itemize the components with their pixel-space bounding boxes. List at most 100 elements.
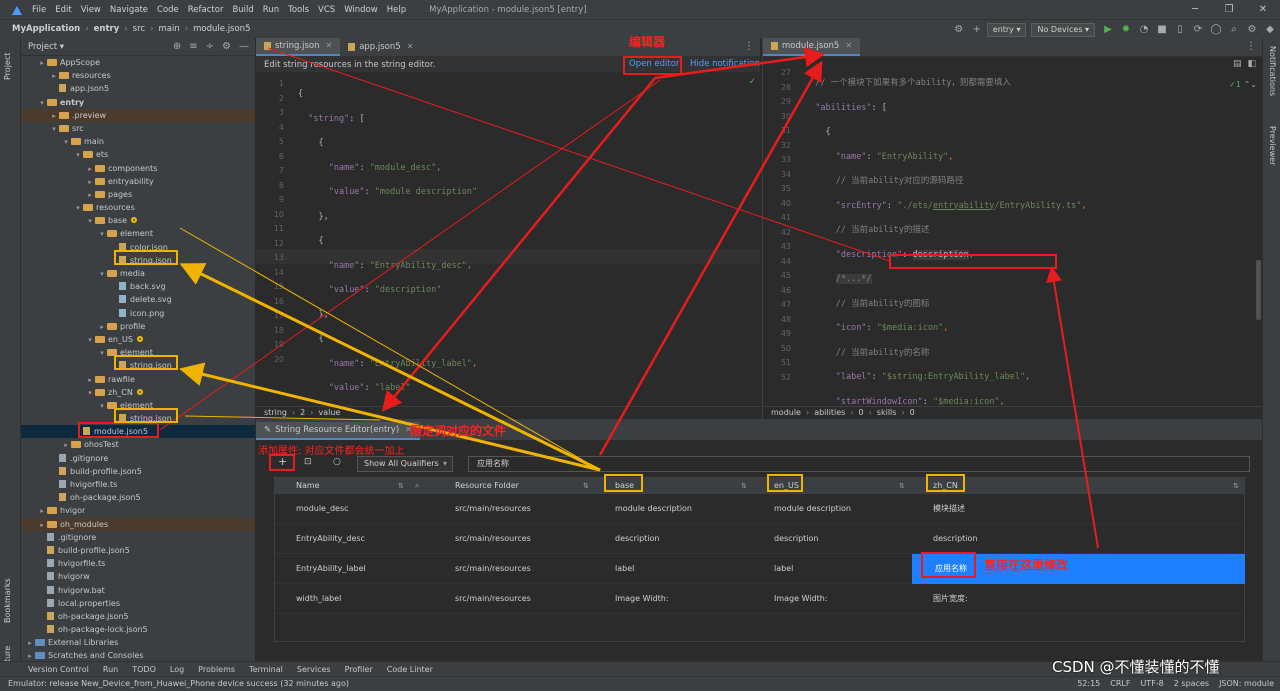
stop-icon[interactable]: ■ [1154,24,1170,35]
code-area-left[interactable]: 1 2 3 4 5 6 7 8 9 10 11 12 13 14 15 16 17 18 19 20 { "strin… [256,75,760,565]
settings-icon[interactable]: ⚙ [1244,24,1260,35]
menu-edit[interactable]: Edit [55,5,71,15]
status-message[interactable]: Emulator: release New_Device_from_Huawei… [8,679,349,688]
status-file-type[interactable]: JSON: module [1219,677,1274,691]
more-tabs-icon[interactable]: ⋮ [744,41,754,52]
close-tab-icon[interactable]: ✕ [407,38,414,56]
table-cell[interactable]: Image Width: [774,584,828,614]
previewer-tool-tab[interactable]: Previewer [1268,126,1277,165]
tree-item[interactable]: ▸ profile [21,320,255,333]
column-name[interactable]: Name [296,478,320,494]
tree-item[interactable]: ▸ resources [21,69,255,82]
table-cell[interactable]: 图片宽度: [933,584,968,614]
module-select[interactable]: entry ▾ [986,22,1027,37]
table-cell[interactable]: label [615,554,634,584]
menu-run[interactable]: Run [263,5,279,15]
tree-item[interactable]: hvigorfile.ts [21,557,255,570]
table-cell[interactable]: Image Width: [615,584,669,614]
tool-code-linter[interactable]: Code Linter [387,665,433,674]
tree-item[interactable]: build-profile.json5 [21,465,255,478]
tool-terminal[interactable]: Terminal [249,665,283,674]
sort-icon[interactable]: ⇅ [583,478,589,494]
tree-item[interactable]: .gitignore [21,531,255,544]
tree-item[interactable]: ▸ oh_modules [21,517,255,531]
run-icon[interactable]: ▶ [1100,24,1116,35]
breadcrumb-src[interactable]: src [133,24,145,34]
notifications-tool-tab[interactable]: Notifications [1268,46,1277,96]
close-icon[interactable]: ✕ [1246,0,1280,19]
tree-item[interactable]: ▾ element [21,227,255,240]
tree-item[interactable]: ▾ entry [21,96,255,109]
table-cell[interactable]: module description [615,494,692,524]
add-icon[interactable]: + [969,24,985,35]
tree-item[interactable]: hvigorw.bat [21,584,255,597]
tree-item[interactable]: icon.png [21,307,255,320]
menu-tools[interactable]: Tools [288,5,309,15]
vertical-scrollbar[interactable] [1256,260,1261,320]
sync-icon[interactable]: ⟳ [1190,24,1206,35]
tree-item[interactable]: ▸ ohosTest [21,438,255,451]
resource-search-input[interactable]: 应用名称 [468,456,1250,472]
table-cell[interactable]: EntryAbility_label [296,554,366,584]
menu-file[interactable]: File [32,5,46,15]
status-line-ending[interactable]: CRLF [1110,677,1130,691]
sort-icon[interactable]: ⇅ [1233,478,1239,494]
column-search-icon[interactable]: ⌕ [415,478,419,494]
tree-item[interactable]: hvigorfile.ts [21,478,255,491]
table-cell[interactable]: src/main/resources [455,554,531,584]
bookmarks-tool-tab[interactable]: Bookmarks [3,578,12,623]
breadcrumb-project[interactable]: MyApplication [12,24,80,34]
tool-version-control[interactable]: Version Control [28,665,89,674]
tab-string-resource-editor[interactable]: ✎ String Resource Editor(entry) ✕ [256,422,420,440]
tree-item[interactable]: ▸ pages [21,188,255,201]
sort-icon[interactable]: ⇅ [398,478,404,494]
column-resource-folder[interactable]: Resource Folder [455,478,519,494]
search-icon[interactable]: ⌕ [1226,24,1242,35]
table-cell[interactable]: description [774,524,818,554]
table-cell[interactable]: module_desc [296,494,349,524]
tree-item[interactable]: oh-package.json5 [21,491,255,504]
tree-item[interactable]: ▸ AppScope [21,56,255,69]
tree-item[interactable]: app.json5 [21,82,255,95]
tree-item[interactable]: ▾ en_US [21,333,255,346]
profile-icon[interactable]: ◔ [1136,24,1152,35]
hide-notification-link[interactable]: Hide notification [690,59,760,69]
tree-item[interactable]: hvigorw [21,570,255,583]
settings-gear-icon[interactable]: ⚙ [951,24,967,35]
table-cell[interactable]: src/main/resources [455,494,531,524]
menu-navigate[interactable]: Navigate [110,5,148,15]
breadcrumb-file[interactable]: module.json5 [193,24,250,34]
tree-item[interactable]: ▸ rawfile [21,373,255,386]
tool-log[interactable]: Log [170,665,184,674]
table-cell[interactable]: 模块描述 [933,494,965,524]
filter-icon[interactable]: ○ [333,457,341,467]
add-locale-icon[interactable]: ⊡ [304,457,312,467]
tool-services[interactable]: Services [297,665,331,674]
tree-item[interactable]: ▸ entryability [21,175,255,188]
code-area-right[interactable]: 27 28 29 30 31 32 33 34 35 40 41 42 43 44 45 46 47 48 49 50… [763,60,1263,603]
table-row[interactable]: EntryAbility_desc src/main/resources descr… [275,524,1244,554]
tool-problems[interactable]: Problems [198,665,235,674]
tree-item[interactable]: ▸ .preview [21,108,255,122]
table-row[interactable]: EntryAbility_label src/main/resources labe… [275,554,1245,584]
table-cell[interactable]: width_label [296,584,341,614]
table-row[interactable]: width_label src/main/resources Image Width… [275,584,1244,614]
tree-item[interactable]: ▾ base [21,214,255,227]
tab-string-json[interactable]: string.json ✕ [256,38,341,56]
project-view-select[interactable]: Project ▾ [28,42,64,52]
menu-refactor[interactable]: Refactor [188,5,224,15]
menu-window[interactable]: Window [344,5,378,15]
sort-icon[interactable]: ⇅ [741,478,747,494]
tree-item[interactable]: ▸ External Libraries [21,636,255,649]
tree-item[interactable]: delete.svg [21,293,255,306]
menu-vcs[interactable]: VCS [318,5,335,15]
tree-item[interactable]: ▾ resources [21,201,255,214]
table-row[interactable]: module_desc src/main/resources module desc… [275,494,1244,524]
breadcrumb-module[interactable]: entry [94,24,120,34]
hide-panel-icon[interactable]: — [239,41,249,52]
restore-icon[interactable]: ❐ [1212,0,1246,19]
tree-item[interactable]: ▸ hvigor [21,504,255,517]
tree-item[interactable]: ▸ components [21,162,255,175]
tree-item[interactable]: ▾ media [21,267,255,280]
close-tab-icon[interactable]: ✕ [845,37,852,55]
